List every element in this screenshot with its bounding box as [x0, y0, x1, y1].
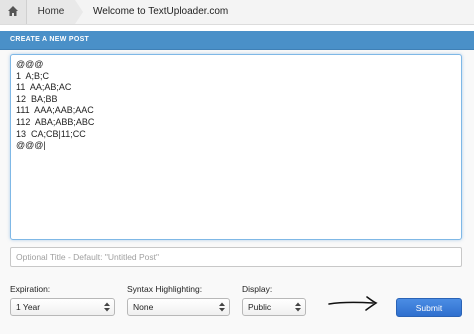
syntax-highlighting-select[interactable]: None: [127, 298, 230, 316]
expiration-select[interactable]: 1 Year: [10, 298, 115, 316]
syntax-highlighting-value: None: [133, 302, 154, 312]
breadcrumb-home-link[interactable]: Home: [27, 0, 75, 24]
syntax-highlighting-label: Syntax Highlighting:: [127, 284, 203, 294]
home-icon-button[interactable]: [0, 0, 27, 24]
expiration-label: Expiration:: [10, 284, 51, 294]
breadcrumb-current-page: Welcome to TextUploader.com: [93, 6, 229, 17]
select-caret-icon: [104, 302, 110, 312]
select-caret-icon: [295, 302, 301, 312]
home-icon: [8, 6, 18, 16]
expiration-value: 1 Year: [16, 302, 41, 312]
panel-title: CREATE A NEW POST: [0, 31, 474, 49]
display-value: Public: [248, 302, 272, 312]
select-caret-icon: [219, 302, 225, 312]
optional-title-input[interactable]: [10, 247, 462, 267]
post-content-textarea[interactable]: @@@ 1 A;B;C 11 AA;AB;AC 12 BA;BB 111 AAA…: [10, 54, 462, 240]
display-label: Display:: [242, 284, 273, 294]
breadcrumb-bar: Home Welcome to TextUploader.com: [0, 0, 474, 25]
display-select[interactable]: Public: [242, 298, 306, 316]
breadcrumb-separator: [75, 0, 83, 24]
submit-button[interactable]: Submit: [396, 298, 462, 317]
hand-drawn-arrow-icon: [328, 296, 378, 311]
